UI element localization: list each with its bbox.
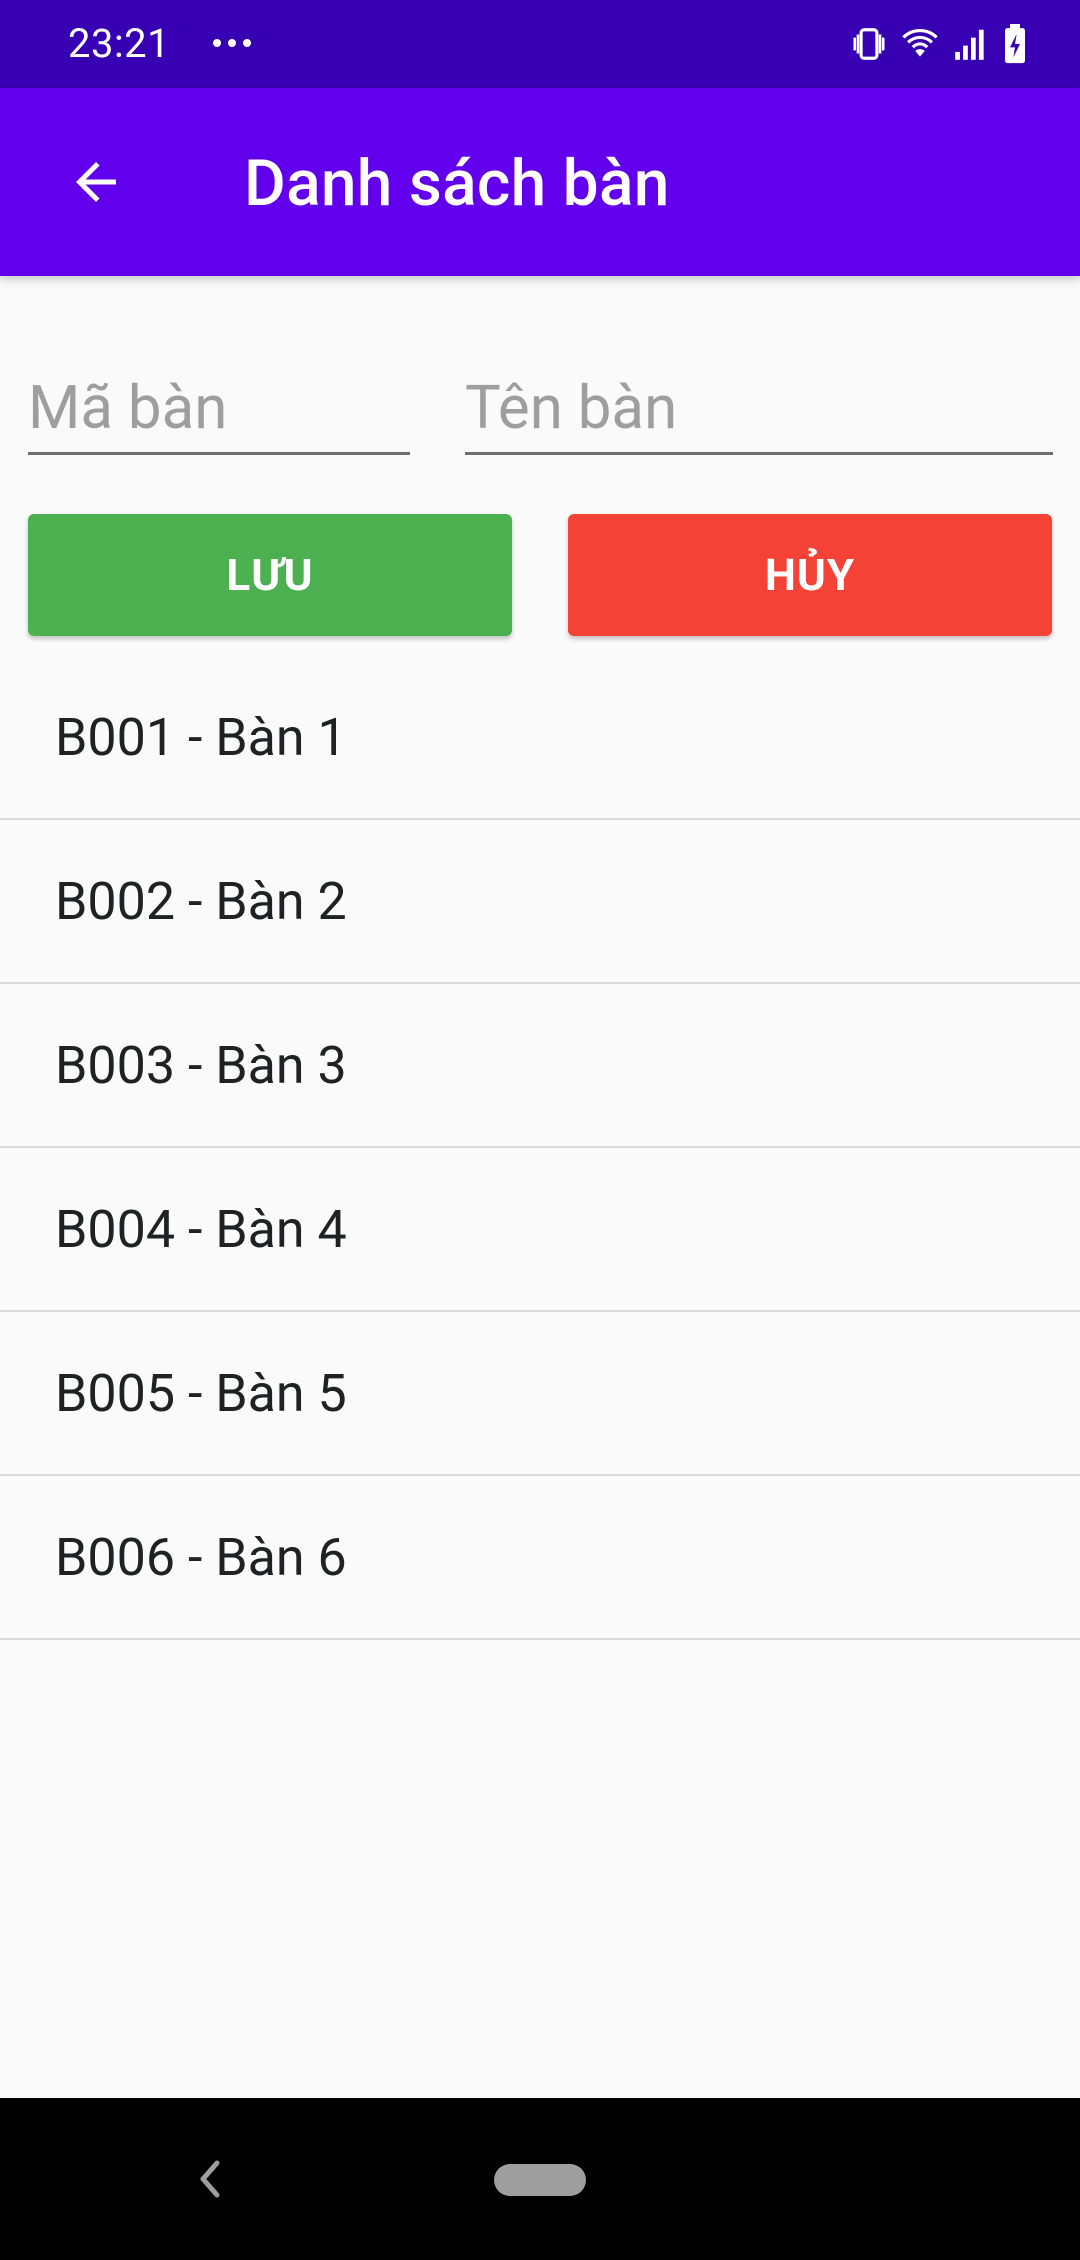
vibrate-icon (853, 28, 885, 60)
home-pill-button[interactable] (494, 2164, 586, 2196)
back-button[interactable] (50, 136, 142, 228)
nav-back-button[interactable] (190, 2154, 230, 2204)
status-bar: 23:21 (0, 0, 1080, 88)
cancel-button[interactable]: HỦY (568, 514, 1052, 636)
table-row[interactable]: B002 - Bàn 2 (0, 820, 1080, 984)
ten-ban-input[interactable] (465, 362, 1053, 455)
chevron-left-icon (200, 2160, 220, 2198)
table-row[interactable]: B001 - Bàn 1 (0, 656, 1080, 820)
table-list: B001 - Bàn 1 B002 - Bàn 2 B003 - Bàn 3 B… (0, 656, 1080, 1640)
navigation-bar (0, 2098, 1080, 2260)
table-row[interactable]: B003 - Bàn 3 (0, 984, 1080, 1148)
table-row[interactable]: B004 - Bàn 4 (0, 1148, 1080, 1312)
table-row[interactable]: B006 - Bàn 6 (0, 1476, 1080, 1640)
page-title: Danh sách bàn (244, 146, 670, 221)
battery-icon (1005, 24, 1025, 64)
table-row[interactable]: B005 - Bàn 5 (0, 1312, 1080, 1476)
arrow-left-icon (76, 162, 116, 202)
ma-ban-input[interactable] (28, 362, 410, 455)
save-button[interactable]: LƯU (28, 514, 512, 636)
status-time: 23:21 (68, 20, 171, 67)
dots-icon (213, 39, 251, 47)
app-bar: Danh sách bàn (0, 88, 1080, 276)
signal-icon (955, 29, 984, 60)
wifi-icon (902, 28, 938, 57)
status-icons (850, 22, 1028, 66)
